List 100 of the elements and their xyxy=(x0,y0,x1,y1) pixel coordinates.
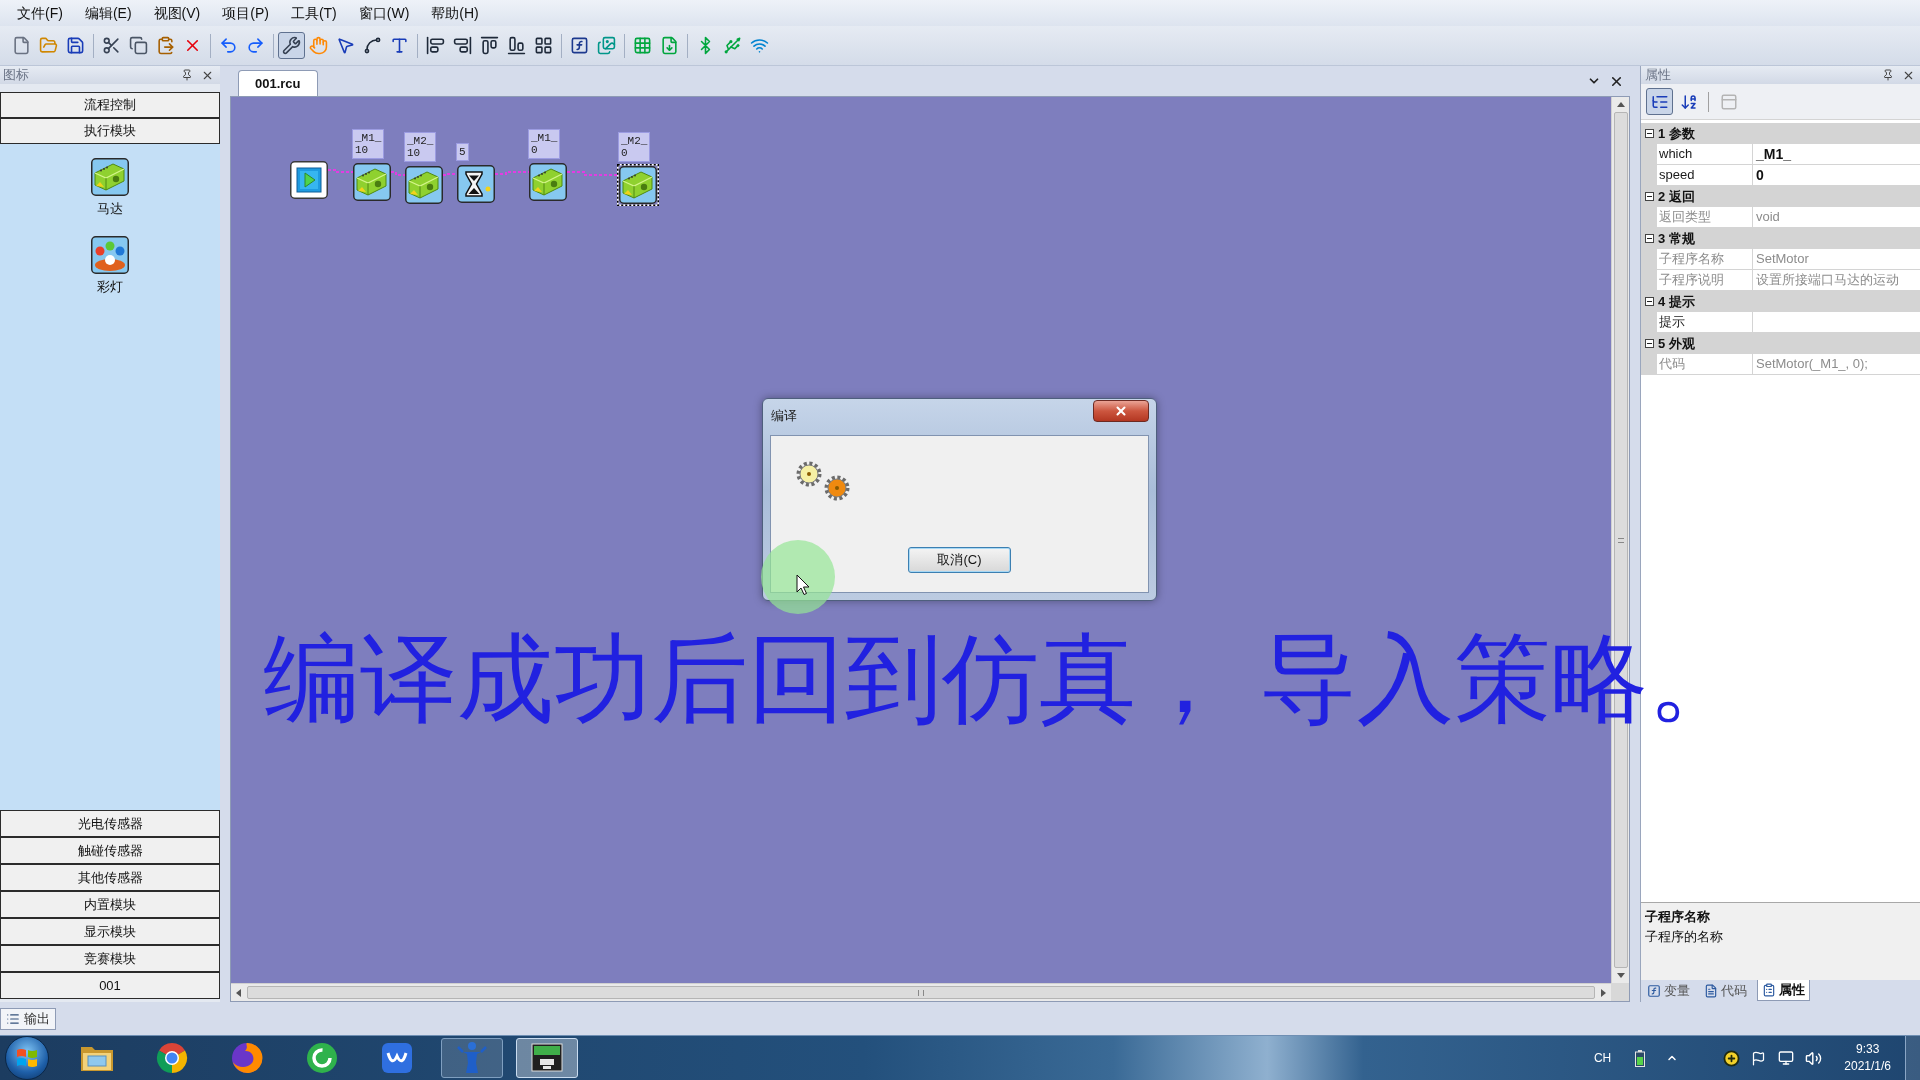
category-button[interactable]: 其他传感器 xyxy=(0,864,220,891)
undo-icon[interactable] xyxy=(219,36,238,55)
collapse-icon[interactable] xyxy=(1645,297,1654,306)
wifi-icon[interactable] xyxy=(750,36,769,55)
property-value[interactable]: SetMotor(_M1_, 0); xyxy=(1753,354,1920,375)
category-button[interactable]: 内置模块 xyxy=(0,891,220,918)
panel-tab[interactable]: 代码 xyxy=(1700,980,1751,1001)
wire-icon[interactable] xyxy=(363,36,382,55)
align-left-icon[interactable] xyxy=(426,36,445,55)
battery-icon[interactable] xyxy=(1635,1049,1646,1067)
output-tab[interactable]: 输出 xyxy=(0,1008,56,1030)
category-button[interactable]: 流程控制 xyxy=(0,92,220,118)
property-name: which xyxy=(1657,144,1753,165)
paste-icon[interactable] xyxy=(156,36,175,55)
swirl-globe-icon[interactable] xyxy=(230,1041,264,1075)
category-button[interactable]: 竞赛模块 xyxy=(0,945,220,972)
align-bottom-icon[interactable] xyxy=(507,36,526,55)
menu-item[interactable]: 项目(P) xyxy=(222,2,269,24)
motor-icon[interactable] xyxy=(527,161,569,203)
clipboard-icon xyxy=(1762,983,1776,997)
pin-icon[interactable] xyxy=(181,69,193,81)
text-tool-icon[interactable] xyxy=(390,36,409,55)
motor-icon xyxy=(91,158,129,196)
tool-button[interactable] xyxy=(1646,88,1673,115)
motor-icon[interactable] xyxy=(351,161,393,203)
scissors-icon[interactable] xyxy=(102,36,121,55)
hourglass-icon[interactable] xyxy=(455,163,497,205)
ring-logo-icon[interactable] xyxy=(155,1041,189,1075)
category-button[interactable]: 执行模块 xyxy=(0,118,220,144)
parameter-text: 0 xyxy=(531,144,538,156)
close-button[interactable] xyxy=(1093,400,1149,422)
input-language-indicator[interactable]: CH xyxy=(1593,1049,1612,1067)
grid-window-icon[interactable] xyxy=(633,36,652,55)
four-pane-flag-icon xyxy=(16,1048,38,1068)
document-tab[interactable]: 001.rcu xyxy=(238,70,318,96)
new-file-icon[interactable] xyxy=(12,36,31,55)
align-top-icon[interactable] xyxy=(480,36,499,55)
category-button[interactable]: 触碰传感器 xyxy=(0,837,220,864)
category-button[interactable]: 001 xyxy=(0,972,220,999)
collapse-icon[interactable] xyxy=(1645,234,1654,243)
pointer-icon[interactable] xyxy=(336,36,355,55)
property-name: 代码 xyxy=(1657,354,1753,375)
mouse-cursor-icon xyxy=(796,574,811,596)
property-name: 返回类型 xyxy=(1657,207,1753,228)
motor-icon[interactable] xyxy=(403,164,445,206)
collapse-icon[interactable] xyxy=(1645,192,1654,201)
variable-icon[interactable] xyxy=(570,36,589,55)
panel-tab[interactable]: 属性 xyxy=(1757,980,1810,1001)
circle-logo-icon[interactable] xyxy=(305,1041,339,1075)
property-value[interactable]: SetMotor xyxy=(1753,249,1920,270)
menu-item[interactable]: 工具(T) xyxy=(290,2,337,24)
usb-icon[interactable] xyxy=(723,36,742,55)
scroll-up-icon[interactable] xyxy=(1616,102,1625,107)
align-right-icon[interactable] xyxy=(453,36,472,55)
palette-item[interactable]: 彩灯 xyxy=(91,235,129,296)
panel-tab[interactable]: 变量 xyxy=(1643,980,1694,1001)
plus-circle-icon[interactable] xyxy=(1723,1049,1741,1067)
pin-icon[interactable] xyxy=(1882,69,1894,81)
save-icon[interactable] xyxy=(66,36,85,55)
start-button[interactable] xyxy=(5,1036,49,1080)
menu-item[interactable]: 窗口(W) xyxy=(358,2,410,24)
download-icon[interactable] xyxy=(660,36,679,55)
menu-item[interactable]: 帮助(H) xyxy=(431,2,479,24)
property-value[interactable]: _M1_ xyxy=(1753,144,1920,165)
redo-icon[interactable] xyxy=(246,36,265,55)
monitor-icon[interactable] xyxy=(1778,1050,1795,1066)
menu-item[interactable]: 文件(F) xyxy=(17,2,63,24)
flag-icon[interactable] xyxy=(1751,1050,1767,1066)
play-icon[interactable] xyxy=(288,159,330,201)
scroll-down-icon[interactable] xyxy=(1616,973,1625,978)
property-name: 提示 xyxy=(1657,312,1753,333)
palette-item[interactable]: 马达 xyxy=(91,158,129,219)
collapse-icon[interactable] xyxy=(1645,129,1654,138)
grid-icon[interactable] xyxy=(534,36,553,55)
speaker-icon[interactable] xyxy=(1805,1049,1823,1067)
collapse-icon[interactable] xyxy=(1645,339,1654,348)
clock-button[interactable]: 9:33 2021/1/6 xyxy=(1844,1041,1891,1075)
property-value[interactable]: 0 xyxy=(1753,165,1920,186)
property-value[interactable]: 设置所接端口马达的运动 xyxy=(1753,270,1920,291)
property-value[interactable]: void xyxy=(1753,207,1920,228)
property-value-field[interactable] xyxy=(1753,312,1920,333)
tool-button[interactable] xyxy=(278,32,305,59)
close-icon xyxy=(1114,404,1128,418)
property-name: speed xyxy=(1657,165,1753,186)
tile-logo-icon[interactable] xyxy=(380,1041,414,1075)
copy-icon[interactable] xyxy=(129,36,148,55)
sort-az-icon[interactable] xyxy=(1679,92,1698,111)
motor-icon[interactable] xyxy=(617,164,659,206)
panel-title: 属性 xyxy=(1645,66,1671,85)
category-button[interactable]: 显示模块 xyxy=(0,918,220,945)
menu-item[interactable]: 编辑(E) xyxy=(84,2,132,24)
menu-item[interactable]: 视图(V) xyxy=(153,2,201,24)
show-desktop-button[interactable] xyxy=(1905,1036,1920,1080)
scroll-right-icon[interactable] xyxy=(1601,988,1606,997)
picture-icon[interactable] xyxy=(597,36,616,55)
scroll-left-icon[interactable] xyxy=(236,988,241,997)
horizontal-scrollbar[interactable] xyxy=(231,983,1611,1001)
variable-icon xyxy=(1647,983,1661,998)
category-button[interactable]: 光电传感器 xyxy=(0,810,220,837)
cancel-button[interactable]: 取消(C) xyxy=(908,547,1011,573)
